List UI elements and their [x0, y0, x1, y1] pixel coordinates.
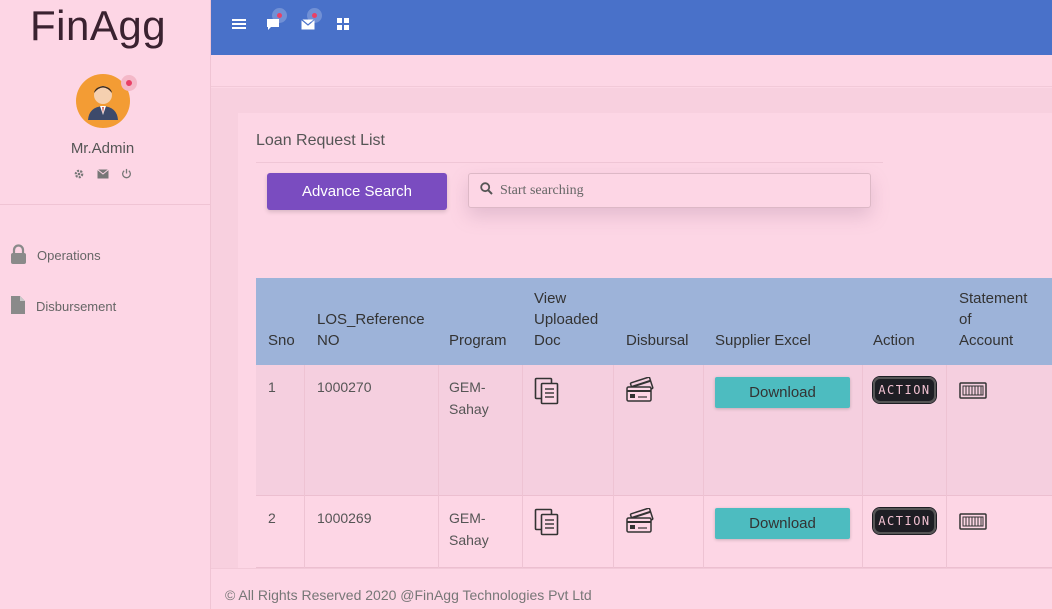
lock-icon	[10, 244, 27, 267]
download-button[interactable]: Download	[715, 377, 850, 408]
header-supplier-excel: Supplier Excel	[715, 332, 811, 349]
chat-badge	[272, 8, 287, 23]
table-row: 1 1000270 GEM- Sahay Download ACTION	[256, 365, 1052, 496]
sidebar-item-disbursement[interactable]: Disbursement	[10, 295, 116, 318]
header-sno: Sno	[268, 332, 295, 349]
cell-los: 1000269	[317, 510, 372, 526]
document-copy-icon[interactable]	[534, 377, 561, 410]
sidebar: FinAgg Mr.Admin Operations Disbursement	[0, 0, 211, 609]
header-program: Program	[449, 332, 507, 349]
search-box	[468, 173, 871, 208]
program-line: Sahay	[449, 401, 489, 417]
footer: © All Rights Reserved 2020 @FinAgg Techn…	[211, 568, 1052, 609]
user-actions	[72, 167, 133, 180]
cell-sno: 2	[268, 510, 276, 526]
header-line: Doc	[534, 332, 561, 349]
advance-search-button[interactable]: Advance Search	[267, 173, 447, 210]
header-line: of	[959, 311, 972, 328]
header-line: Account	[959, 332, 1014, 349]
column-divider	[703, 365, 704, 568]
header-action: Action	[873, 332, 915, 349]
header-line: Uploaded	[534, 311, 599, 328]
title-divider	[256, 162, 883, 163]
grid-icon[interactable]	[335, 16, 351, 32]
top-navbar	[211, 0, 1052, 55]
statement-icon[interactable]	[959, 513, 987, 535]
header-line: LOS_Reference	[317, 311, 425, 328]
sidebar-divider	[0, 204, 211, 205]
cell-program: GEM- Sahay	[449, 507, 489, 551]
program-line: Sahay	[449, 532, 489, 548]
header-line: NO	[317, 332, 340, 349]
action-button[interactable]: ACTION	[872, 507, 937, 535]
column-divider	[613, 365, 614, 568]
search-icon	[480, 181, 493, 200]
notification-dot	[121, 75, 137, 91]
sub-header	[211, 55, 1052, 87]
document-copy-icon[interactable]	[534, 508, 561, 541]
column-divider	[862, 365, 863, 568]
user-name: Mr.Admin	[70, 140, 135, 157]
menu-icon[interactable]	[231, 16, 247, 32]
file-icon	[10, 295, 26, 318]
mail-badge	[307, 8, 322, 23]
mail-icon[interactable]	[96, 167, 109, 180]
cell-program: GEM- Sahay	[449, 376, 489, 420]
program-line: GEM-	[449, 379, 486, 395]
credit-card-icon[interactable]	[626, 376, 655, 408]
credit-card-icon[interactable]	[626, 507, 655, 539]
statement-icon[interactable]	[959, 382, 987, 404]
loan-request-card: Loan Request List Advance Search Sno LOS…	[238, 113, 1052, 568]
header-statement: Statement of Account	[959, 288, 1027, 351]
table-row: 2 1000269 GEM- Sahay Download ACTION	[256, 496, 1052, 568]
download-button[interactable]: Download	[715, 508, 850, 539]
program-line: GEM-	[449, 510, 486, 526]
sidebar-item-label: Disbursement	[36, 299, 117, 314]
column-divider	[522, 365, 523, 568]
sidebar-item-operations[interactable]: Operations	[10, 244, 101, 267]
header-disbursal: Disbursal	[626, 332, 689, 349]
cell-sno: 1	[268, 379, 276, 395]
header-line: View	[534, 290, 567, 307]
brand-logo: FinAgg	[30, 2, 167, 49]
table-header: Sno LOS_Reference NO Program View Upload…	[256, 278, 1052, 365]
column-divider	[946, 365, 947, 568]
column-divider	[438, 365, 439, 568]
sidebar-item-label: Operations	[37, 248, 101, 263]
power-icon[interactable]	[120, 167, 133, 180]
gear-icon[interactable]	[72, 167, 85, 180]
action-button[interactable]: ACTION	[872, 376, 937, 404]
cell-los: 1000270	[317, 379, 372, 395]
header-los-reference: LOS_Reference NO	[317, 309, 425, 351]
search-input[interactable]	[500, 182, 860, 199]
column-divider	[304, 365, 305, 568]
card-title: Loan Request List	[256, 132, 385, 149]
header-line: Statement	[959, 290, 1028, 307]
header-view-doc: View Uploaded Doc	[534, 288, 598, 351]
copyright-text: © All Rights Reserved 2020 @FinAgg Techn…	[225, 587, 592, 603]
